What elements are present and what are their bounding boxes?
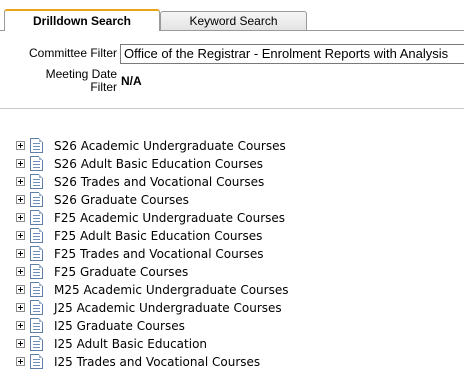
document-icon: [30, 228, 43, 243]
expand-plus-icon[interactable]: [16, 285, 25, 294]
tree-node-label[interactable]: S26 Trades and Vocational Courses: [54, 174, 264, 190]
expand-plus-icon[interactable]: [16, 267, 25, 276]
tree-node[interactable]: M25 Academic Undergraduate Courses: [0, 281, 464, 299]
expand-plus-icon[interactable]: [16, 357, 25, 366]
section-divider: [0, 108, 464, 109]
document-icon: [30, 174, 43, 189]
tree-node[interactable]: S26 Graduate Courses: [0, 191, 464, 209]
tree-node-label[interactable]: S26 Adult Basic Education Courses: [54, 156, 263, 172]
tree-node-label[interactable]: I25 Graduate Courses: [54, 318, 185, 334]
document-icon: [30, 282, 43, 297]
tree-node-label[interactable]: F25 Adult Basic Education Courses: [54, 228, 262, 244]
expand-plus-icon[interactable]: [16, 231, 25, 240]
expand-plus-icon[interactable]: [16, 195, 25, 204]
document-icon: [30, 354, 43, 369]
expand-plus-icon[interactable]: [16, 321, 25, 330]
document-icon: [30, 156, 43, 171]
tree-node-label[interactable]: F25 Trades and Vocational Courses: [54, 246, 264, 262]
document-icon: [30, 138, 43, 153]
tree-node[interactable]: I25 Graduate Courses: [0, 317, 464, 335]
committee-filter-select[interactable]: Office of the Registrar - Enrolment Repo…: [120, 44, 464, 64]
tree-node[interactable]: I25 Adult Basic Education: [0, 335, 464, 353]
tree-node-label[interactable]: I25 Adult Basic Education: [54, 336, 207, 352]
tree-node-label[interactable]: J25 Academic Undergraduate Courses: [54, 300, 282, 316]
expand-plus-icon[interactable]: [16, 213, 25, 222]
document-icon: [30, 318, 43, 333]
expand-plus-icon[interactable]: [16, 339, 25, 348]
expand-plus-icon[interactable]: [16, 177, 25, 186]
expand-plus-icon[interactable]: [16, 303, 25, 312]
tree-node[interactable]: S26 Academic Undergraduate Courses: [0, 137, 464, 155]
tree-node[interactable]: J25 Academic Undergraduate Courses: [0, 299, 464, 317]
tree-node-label[interactable]: I25 Trades and Vocational Courses: [54, 354, 260, 370]
tree-node-label[interactable]: M25 Academic Undergraduate Courses: [54, 282, 288, 298]
document-icon: [30, 192, 43, 207]
document-icon: [30, 336, 43, 351]
document-icon: [30, 264, 43, 279]
tree-node[interactable]: S26 Adult Basic Education Courses: [0, 155, 464, 173]
expand-plus-icon[interactable]: [16, 249, 25, 258]
tree-node-label[interactable]: F25 Graduate Courses: [54, 264, 188, 280]
expand-plus-icon[interactable]: [16, 159, 25, 168]
expand-plus-icon[interactable]: [16, 141, 25, 150]
meeting-date-label-line2: Filter: [90, 80, 117, 94]
document-icon: [30, 300, 43, 315]
tree-node[interactable]: F25 Adult Basic Education Courses: [0, 227, 464, 245]
tree-node[interactable]: F25 Trades and Vocational Courses: [0, 245, 464, 263]
meeting-date-filter-label: Meeting Date Filter: [20, 68, 117, 94]
committee-filter-label: Committee Filter: [28, 46, 117, 60]
tree-node[interactable]: S26 Trades and Vocational Courses: [0, 173, 464, 191]
tree-node-label[interactable]: F25 Academic Undergraduate Courses: [54, 210, 285, 226]
tree-node[interactable]: I25 Trades and Vocational Courses: [0, 353, 464, 371]
tab-bar: Drilldown Search Keyword Search: [0, 0, 464, 31]
meeting-date-value: N/A: [121, 74, 142, 88]
tree-node[interactable]: F25 Graduate Courses: [0, 263, 464, 281]
document-icon: [30, 246, 43, 261]
tab-keyword-search[interactable]: Keyword Search: [160, 11, 307, 30]
tree-node-label[interactable]: S26 Academic Undergraduate Courses: [54, 138, 286, 154]
tree-node-label[interactable]: S26 Graduate Courses: [54, 192, 189, 208]
tree-node[interactable]: F25 Academic Undergraduate Courses: [0, 209, 464, 227]
tab-drilldown-search[interactable]: Drilldown Search: [4, 9, 160, 31]
document-icon: [30, 210, 43, 225]
